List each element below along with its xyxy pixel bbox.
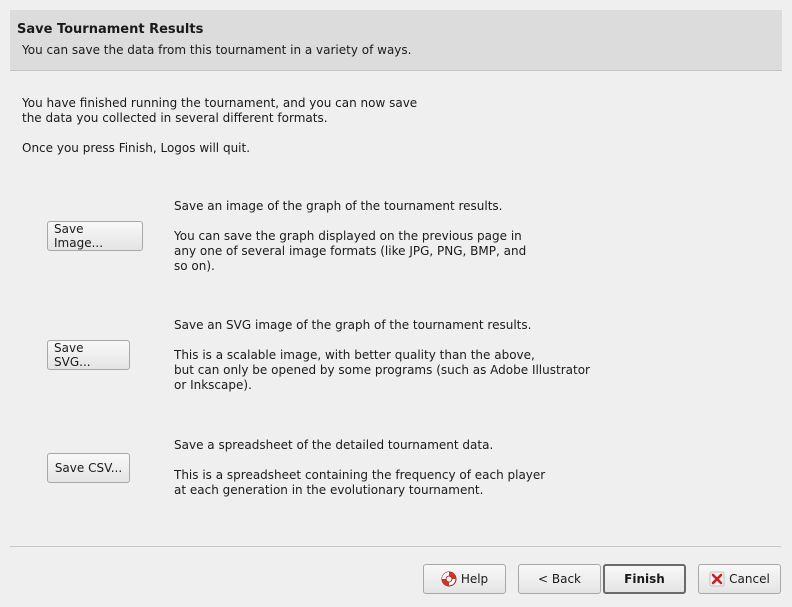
page-title: Save Tournament Results <box>17 22 204 37</box>
red-x-icon <box>709 571 725 587</box>
save-csv-summary: Save a spreadsheet of the detailed tourn… <box>174 438 494 452</box>
save-svg-button[interactable]: Save SVG... <box>47 340 130 370</box>
save-svg-detail: This is a scalable image, with better qu… <box>174 348 590 392</box>
help-button-label: Help <box>460 572 489 586</box>
intro-paragraph-1: You have finished running the tournament… <box>22 96 418 125</box>
save-image-button[interactable]: Save Image... <box>47 221 143 251</box>
intro-text: You have finished running the tournament… <box>22 96 462 171</box>
cancel-button-label: Cancel <box>729 572 770 586</box>
help-button[interactable]: Help <box>423 564 506 594</box>
intro-paragraph-2: Once you press Finish, Logos will quit. <box>22 141 251 155</box>
save-svg-description: Save an SVG image of the graph of the to… <box>174 318 624 408</box>
save-csv-button[interactable]: Save CSV... <box>47 453 130 483</box>
save-image-summary: Save an image of the graph of the tourna… <box>174 199 503 213</box>
save-image-detail: You can save the graph displayed on the … <box>174 229 527 273</box>
save-csv-detail: This is a spreadsheet containing the fre… <box>174 468 546 497</box>
save-svg-summary: Save an SVG image of the graph of the to… <box>174 318 532 332</box>
cancel-button[interactable]: Cancel <box>698 564 781 594</box>
save-csv-description: Save a spreadsheet of the detailed tourn… <box>174 438 614 513</box>
footer-separator <box>10 546 781 547</box>
save-image-description: Save an image of the graph of the tourna… <box>174 199 614 289</box>
back-button[interactable]: < Back <box>518 564 601 594</box>
lifebuoy-icon <box>441 571 457 587</box>
wizard-header: Save Tournament Results You can save the… <box>10 10 782 71</box>
page-subtitle: You can save the data from this tourname… <box>22 43 412 57</box>
finish-button[interactable]: Finish <box>603 564 686 594</box>
